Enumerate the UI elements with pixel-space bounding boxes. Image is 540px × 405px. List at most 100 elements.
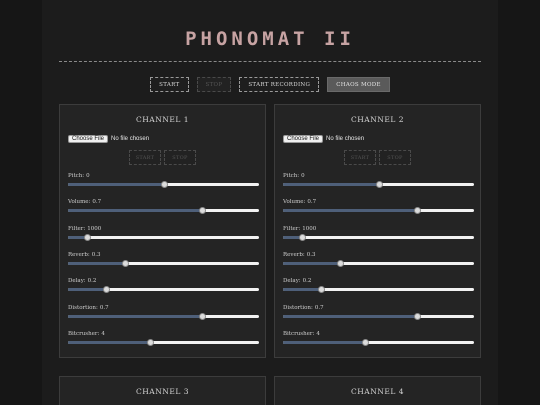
- slider-name: Filter:: [68, 225, 86, 232]
- slider-track[interactable]: [68, 233, 259, 241]
- slider-thumb[interactable]: [375, 181, 383, 188]
- channel-stop-button[interactable]: STOP: [379, 150, 411, 165]
- file-input[interactable]: Choose File No file chosen: [283, 135, 364, 143]
- slider-label: Distortion: 0.7: [283, 305, 474, 311]
- slider-delay: Delay: 0.2: [68, 278, 259, 294]
- slider-thumb[interactable]: [198, 312, 206, 320]
- slider-value: 0.7: [314, 304, 324, 311]
- slider-track[interactable]: [283, 338, 474, 346]
- channel-stop-button[interactable]: STOP: [164, 150, 196, 165]
- slider-name: Delay:: [283, 278, 301, 285]
- slider-thumb[interactable]: [413, 207, 421, 215]
- slider-track[interactable]: [68, 286, 259, 294]
- slider-track[interactable]: [283, 233, 474, 241]
- slider-filter: Filter: 1000: [283, 225, 474, 241]
- slider-pitch: Pitch: 0: [283, 173, 474, 188]
- slider-name: Bitcrusher:: [283, 330, 315, 337]
- slider-thumb[interactable]: [337, 259, 345, 267]
- slider-thumb[interactable]: [160, 181, 168, 188]
- slider-value: 0.7: [92, 199, 102, 206]
- slider-track[interactable]: [68, 259, 259, 267]
- slider-track[interactable]: [283, 259, 474, 267]
- slider-reverb: Reverb: 0.3: [283, 252, 474, 267]
- slider-pitch: Pitch: 0: [68, 173, 259, 188]
- slider-track[interactable]: [283, 286, 474, 294]
- channel-1-panel: CHANNEL 1 Choose File No file chosen STA…: [59, 104, 266, 358]
- slider-label: Pitch: 0: [68, 173, 259, 179]
- slider-name: Reverb:: [68, 251, 90, 258]
- slider-thumb[interactable]: [198, 207, 206, 215]
- slider-thumb[interactable]: [84, 233, 92, 241]
- slider-name: Volume:: [68, 199, 91, 206]
- slider-value: 0.3: [306, 251, 316, 258]
- title-divider: [59, 61, 481, 62]
- slider-fill: [283, 209, 417, 213]
- slider-thumb[interactable]: [413, 312, 421, 320]
- slider-label: Bitcrusher: 4: [68, 331, 259, 337]
- slider-fill: [283, 314, 417, 318]
- slider-thumb[interactable]: [318, 286, 326, 294]
- slider-fill: [283, 261, 341, 265]
- slider-label: Reverb: 0.3: [283, 252, 474, 258]
- start-button[interactable]: START: [150, 77, 189, 92]
- slider-bitcrusher: Bitcrusher: 4: [283, 331, 474, 346]
- slider-filter: Filter: 1000: [68, 226, 259, 241]
- slider-value: 4: [101, 330, 105, 337]
- slider-fill: [283, 288, 322, 292]
- slider-fill: [68, 340, 151, 344]
- channel-title: CHANNEL 3: [136, 387, 189, 396]
- slider-thumb[interactable]: [122, 259, 130, 267]
- slider-thumb[interactable]: [147, 338, 155, 346]
- channel-title: CHANNEL 1: [136, 115, 189, 124]
- slider-label: Volume: 0.7: [68, 199, 259, 205]
- stop-button[interactable]: STOP: [196, 77, 232, 92]
- channel-4-panel: CHANNEL 4: [274, 376, 481, 405]
- slider-track[interactable]: [283, 312, 474, 320]
- choose-file-button[interactable]: Choose File: [283, 135, 324, 143]
- slider-label: Delay: 0.2: [68, 278, 259, 284]
- slider-track[interactable]: [283, 207, 474, 215]
- channel-2-panel: CHANNEL 2 Choose File No file chosen STA…: [274, 104, 481, 358]
- slider-value: 0.7: [307, 199, 317, 206]
- slider-track[interactable]: [68, 338, 259, 346]
- channel-start-button[interactable]: START: [344, 150, 376, 165]
- slider-label: Reverb: 0.3: [68, 252, 259, 258]
- slider-fill: [68, 209, 202, 213]
- choose-file-button[interactable]: Choose File: [68, 135, 109, 143]
- app-title: PHONOMAT II: [185, 28, 355, 50]
- channel-title: CHANNEL 4: [351, 387, 404, 396]
- slider-distortion: Distortion: 0.7: [283, 305, 474, 320]
- slider-value: 0.7: [99, 304, 109, 311]
- channel-controls: START STOP: [275, 150, 480, 165]
- slider-fill: [68, 261, 126, 265]
- start-recording-button[interactable]: START RECORDING: [239, 77, 320, 92]
- slider-volume: Volume: 0.7: [283, 199, 474, 215]
- slider-name: Reverb:: [283, 251, 305, 258]
- chaos-mode-button[interactable]: CHAOS MODE: [327, 77, 390, 92]
- slider-track[interactable]: [68, 181, 259, 188]
- file-input[interactable]: Choose File No file chosen: [68, 135, 149, 143]
- channel-start-button[interactable]: START: [129, 150, 161, 165]
- slider-thumb[interactable]: [299, 233, 307, 241]
- slider-label: Delay: 0.2: [283, 278, 474, 284]
- slider-track[interactable]: [68, 312, 259, 320]
- slider-value: 1000: [302, 225, 317, 232]
- slider-value: 0.3: [91, 251, 101, 258]
- slider-label: Bitcrusher: 4: [283, 331, 474, 337]
- slider-thumb[interactable]: [362, 338, 370, 346]
- slider-label: Pitch: 0: [283, 173, 474, 179]
- slider-reverb: Reverb: 0.3: [68, 252, 259, 267]
- main-controls: START STOP START RECORDING CHAOS MODE: [0, 77, 540, 92]
- slider-label: Filter: 1000: [68, 226, 259, 232]
- slider-thumb[interactable]: [103, 286, 111, 294]
- slider-value: 0: [301, 173, 305, 179]
- slider-value: 0: [86, 173, 90, 179]
- slider-name: Distortion:: [68, 304, 98, 311]
- slider-fill: [68, 183, 164, 186]
- slider-distortion: Distortion: 0.7: [68, 304, 259, 320]
- slider-volume: Volume: 0.7: [68, 199, 259, 215]
- channel-3-panel: CHANNEL 3: [59, 376, 266, 405]
- slider-track[interactable]: [68, 207, 259, 215]
- slider-value: 1000: [87, 225, 102, 232]
- slider-track[interactable]: [283, 181, 474, 188]
